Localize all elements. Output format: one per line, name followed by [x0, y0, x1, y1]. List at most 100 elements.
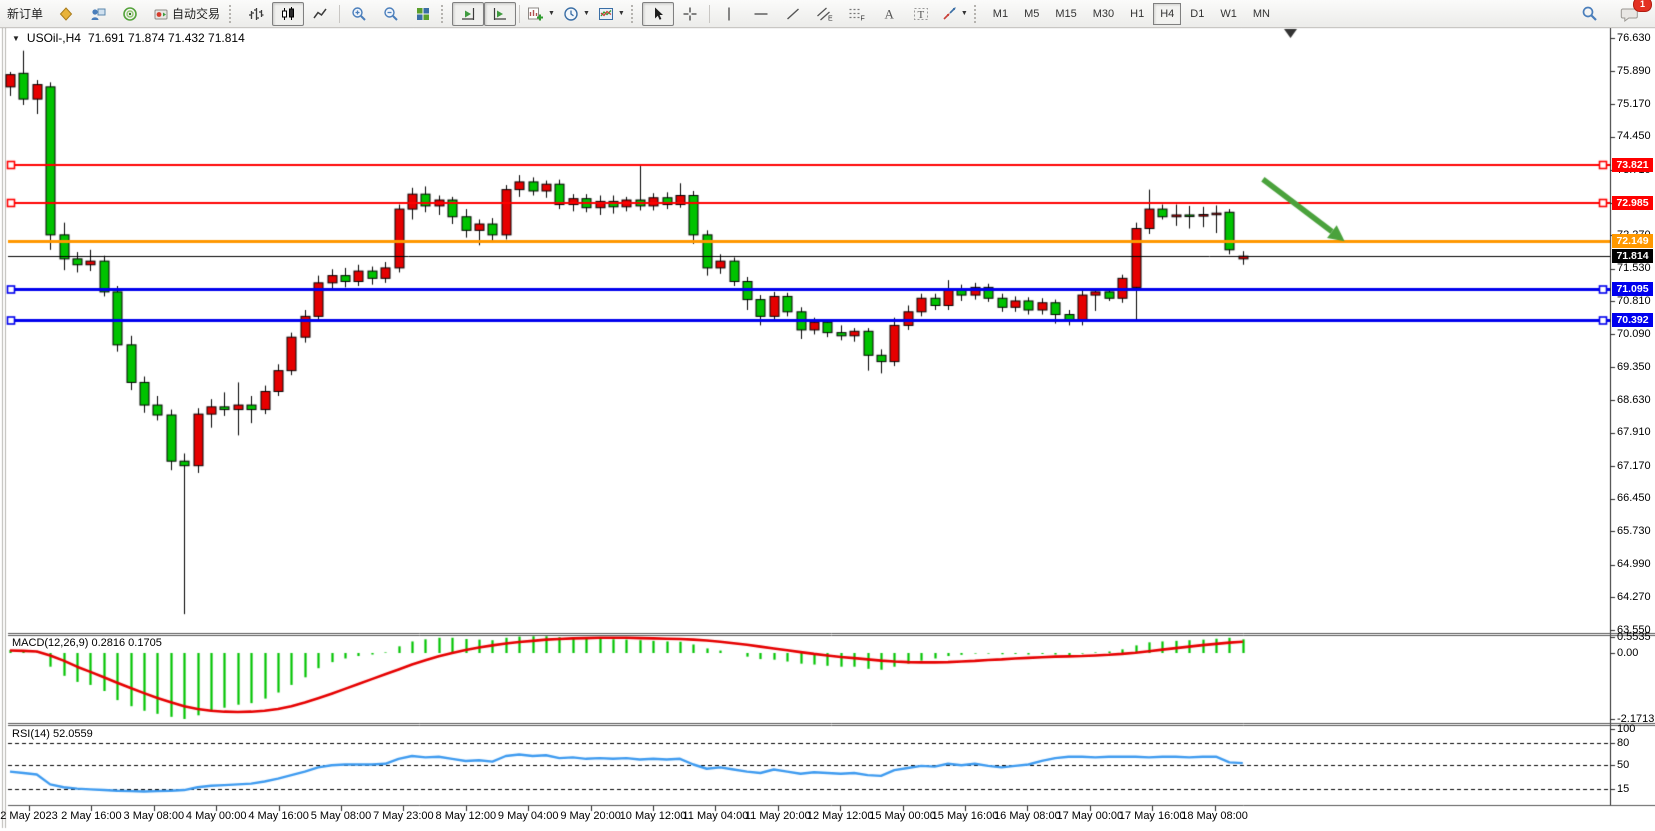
price-axis-label: 64.990 — [1617, 558, 1654, 570]
chart-shift-button[interactable] — [484, 2, 516, 26]
date-axis-label: 17 May 00:00 — [1056, 810, 1123, 822]
timeframe-button-h4[interactable]: H4 — [1153, 3, 1181, 25]
arrows-button[interactable]: ▼ — [937, 2, 972, 26]
text-label-button[interactable]: T — [905, 2, 937, 26]
equidistant-channel-icon: E — [816, 6, 833, 22]
new-order-button[interactable]: 新订单 — [0, 2, 50, 26]
timeframe-button-m30[interactable]: M30 — [1086, 3, 1121, 25]
notifications-button[interactable]: 1 — [1613, 2, 1645, 26]
date-axis-label: 7 May 23:00 — [373, 810, 434, 822]
chart-canvas[interactable] — [0, 0, 1655, 831]
line-chart-button[interactable] — [304, 2, 336, 26]
chart-shift-icon — [492, 6, 508, 22]
date-axis-label: 4 May 16:00 — [248, 810, 309, 822]
price-axis-label: 70.090 — [1617, 328, 1654, 340]
date-axis-label: 9 May 04:00 — [498, 810, 559, 822]
timeframe-button-h1[interactable]: H1 — [1123, 3, 1151, 25]
metaeditor-button[interactable] — [50, 2, 82, 26]
date-axis-label: 4 May 00:00 — [186, 810, 247, 822]
price-axis-label: 67.910 — [1617, 426, 1654, 438]
svg-text:T: T — [917, 9, 924, 21]
strategy-tester-button[interactable] — [82, 2, 114, 26]
trendline-button[interactable] — [777, 2, 809, 26]
vertical-line-icon — [721, 6, 737, 22]
chevron-down-icon: ▼ — [961, 10, 968, 17]
date-axis-label: 15 May 00:00 — [869, 810, 936, 822]
cursor-icon — [650, 6, 666, 22]
periods-button[interactable]: ▼ — [559, 2, 594, 26]
toolbar-grip — [229, 5, 238, 23]
toolbar-separator — [709, 5, 710, 23]
signals-button[interactable] — [114, 2, 146, 26]
template-chart-icon — [598, 6, 614, 22]
auto-trading-button[interactable]: 自动交易 — [146, 2, 227, 26]
price-axis-label: 74.450 — [1617, 130, 1654, 142]
svg-text:F: F — [861, 15, 865, 22]
date-axis-label: 12 May 12:00 — [807, 810, 874, 822]
horizontal-line-button[interactable] — [745, 2, 777, 26]
auto-trading-icon — [153, 6, 169, 22]
tile-windows-icon — [415, 6, 431, 22]
price-axis-label: 69.350 — [1617, 361, 1654, 373]
hline-price-tag: 72.149 — [1612, 234, 1653, 248]
toolbar-grip — [631, 5, 640, 23]
rsi-axis-label: 15 — [1617, 783, 1654, 795]
timeframe-button-m5[interactable]: M5 — [1017, 3, 1046, 25]
toolbar-separator — [339, 5, 340, 23]
timeframe-button-d1[interactable]: D1 — [1183, 3, 1211, 25]
new-chart-button[interactable]: ▼ — [523, 2, 559, 26]
ohlc-bars-button[interactable] — [240, 2, 272, 26]
chevron-down-icon: ▼ — [618, 10, 625, 17]
equidistant-channel-button[interactable]: E — [809, 2, 841, 26]
vertical-line-button[interactable] — [713, 2, 745, 26]
price-axis-label: 66.450 — [1617, 492, 1654, 504]
price-axis-label: 64.270 — [1617, 591, 1654, 603]
date-axis-label: 2 May 2023 — [0, 810, 57, 822]
price-axis-label: 76.630 — [1617, 32, 1654, 44]
macd-axis-label: 0.5535 — [1617, 631, 1654, 643]
svg-text:A: A — [884, 6, 894, 21]
candlestick-chart-button[interactable] — [272, 2, 304, 26]
search-icon — [1581, 5, 1598, 22]
date-axis-label: 9 May 20:00 — [560, 810, 621, 822]
strategy-tester-icon — [90, 6, 106, 22]
date-axis-label: 18 May 08:00 — [1181, 810, 1248, 822]
timeframe-button-w1[interactable]: W1 — [1213, 3, 1244, 25]
rsi-axis-label: 80 — [1617, 737, 1654, 749]
auto-scroll-button[interactable] — [452, 2, 484, 26]
price-axis-label: 65.730 — [1617, 525, 1654, 537]
metaeditor-icon — [58, 6, 74, 22]
date-axis-label: 8 May 12:00 — [436, 810, 497, 822]
fibonacci-button[interactable]: F — [841, 2, 873, 26]
date-axis-label: 16 May 08:00 — [994, 810, 1061, 822]
text-button[interactable]: A — [873, 2, 905, 26]
timeframe-button-m1[interactable]: M1 — [986, 3, 1015, 25]
chart-symbol-period: USOil-,H4 — [27, 31, 81, 45]
zoom-in-button[interactable] — [343, 2, 375, 26]
crosshair-button[interactable] — [674, 2, 706, 26]
cursor-button[interactable] — [642, 2, 674, 26]
date-axis-label: 2 May 16:00 — [61, 810, 122, 822]
clock-icon — [563, 6, 579, 22]
templates-button[interactable]: ▼ — [594, 2, 629, 26]
hline-price-tag: 72.985 — [1612, 196, 1653, 210]
tile-windows-button[interactable] — [407, 2, 439, 26]
hline-price-tag: 73.821 — [1612, 158, 1653, 172]
zoom-out-button[interactable] — [375, 2, 407, 26]
arrows-icon — [941, 6, 957, 22]
notification-badge: 1 — [1633, 0, 1652, 12]
chart-title-bar: ▼ USOil-,H4 71.691 71.874 71.432 71.814 — [12, 31, 245, 45]
svg-text:E: E — [828, 15, 833, 22]
price-axis-label: 68.630 — [1617, 394, 1654, 406]
zoom-in-icon — [351, 6, 367, 22]
chart-menu-arrow-icon[interactable]: ▼ — [12, 34, 20, 43]
fibonacci-icon: F — [848, 6, 865, 22]
price-axis-label: 70.810 — [1617, 295, 1654, 307]
chart-ohlc-values: 71.691 71.874 71.432 71.814 — [88, 31, 245, 45]
hline-price-tag: 71.095 — [1612, 282, 1653, 296]
search-button[interactable] — [1573, 2, 1605, 26]
timeframe-button-m15[interactable]: M15 — [1048, 3, 1083, 25]
timeframe-button-mn[interactable]: MN — [1246, 3, 1277, 25]
text-label-icon: T — [913, 6, 929, 22]
rsi-axis-label: 50 — [1617, 759, 1654, 771]
